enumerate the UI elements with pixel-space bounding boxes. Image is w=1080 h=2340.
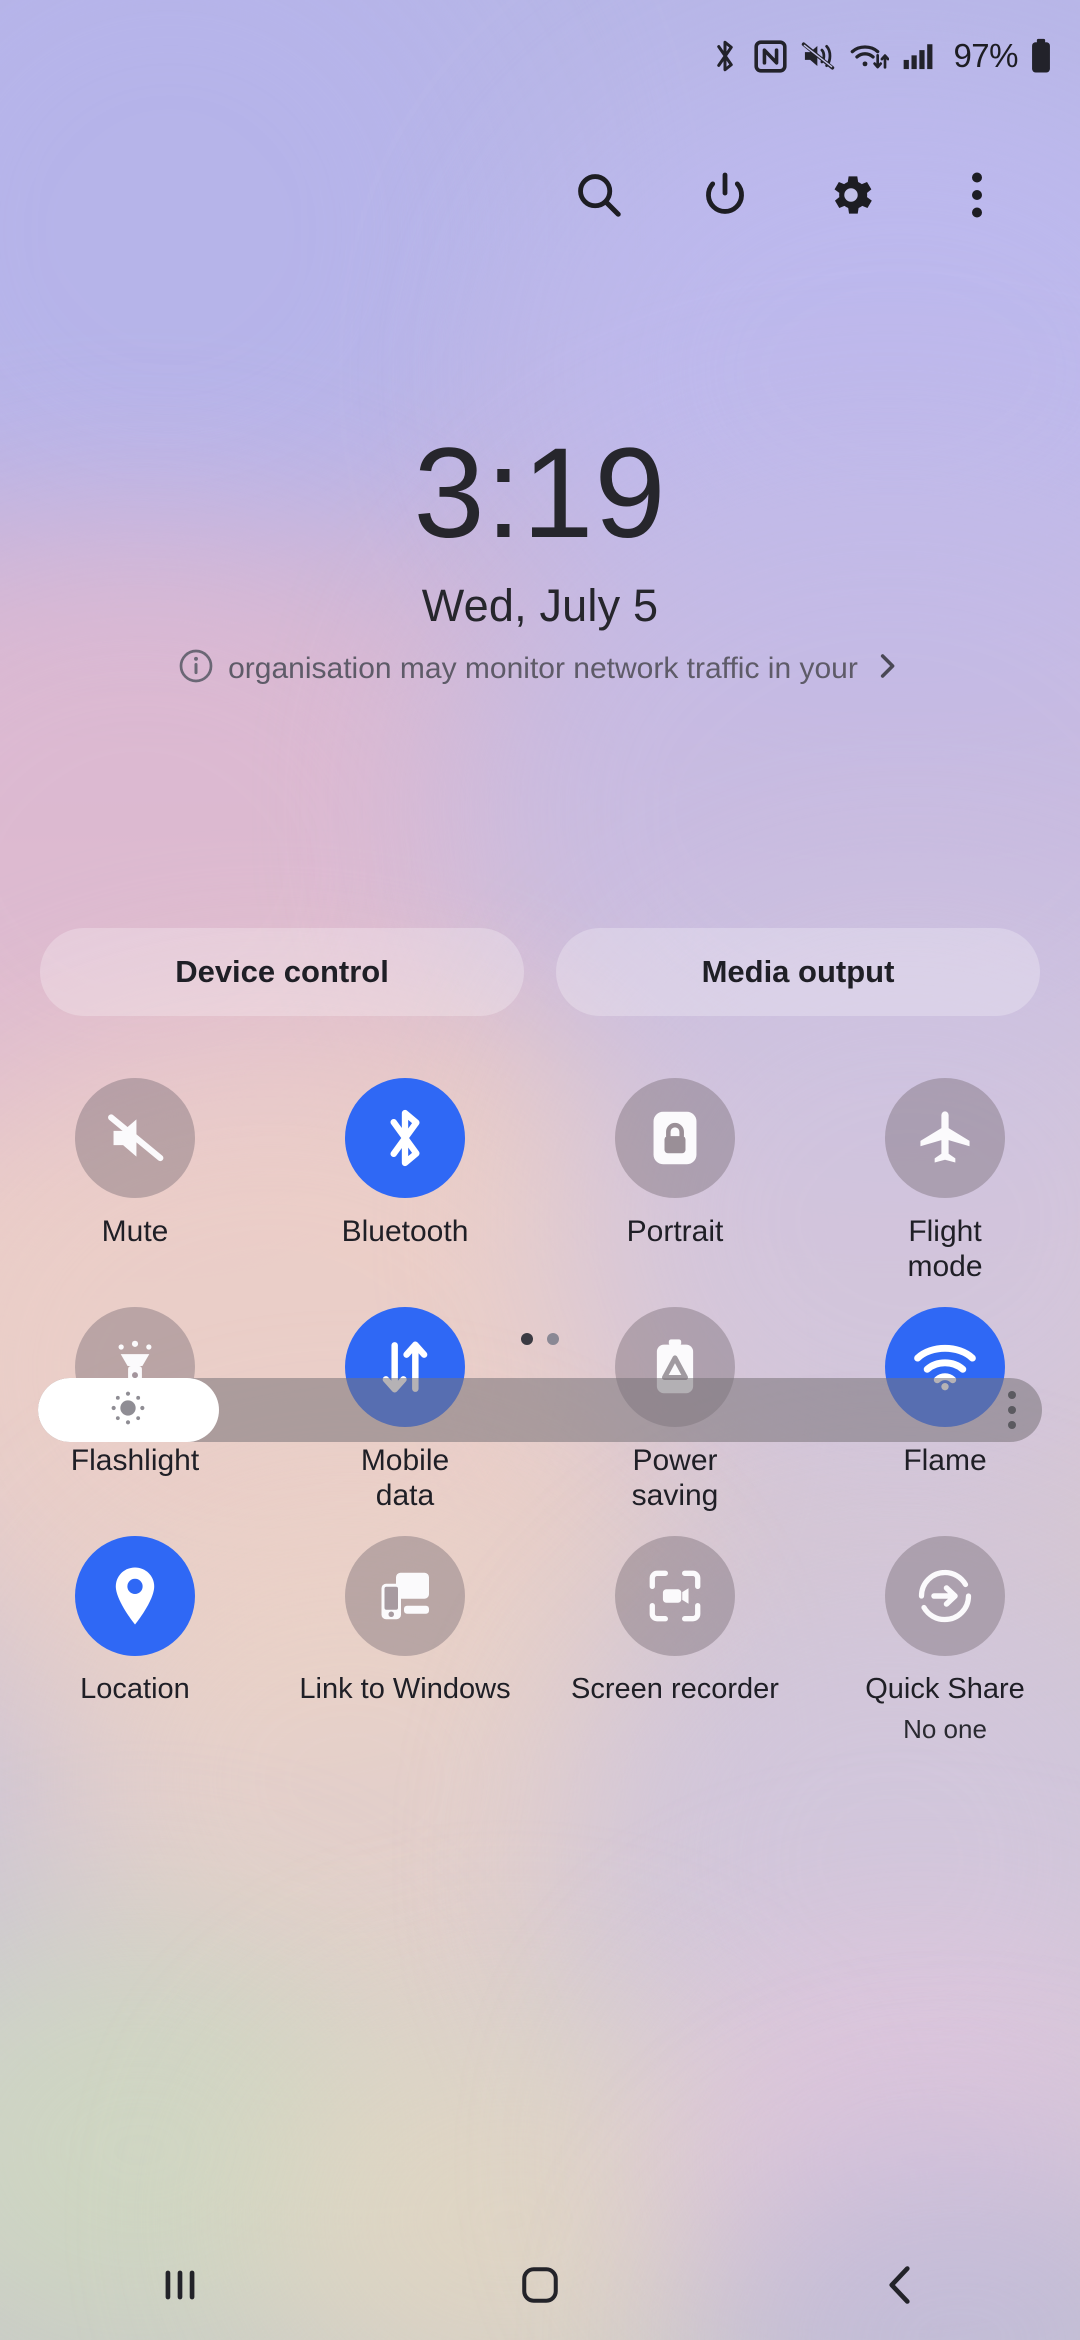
page-dot-1[interactable] — [521, 1333, 533, 1345]
device-control-button[interactable]: Device control — [40, 928, 524, 1016]
status-bar: 97% — [0, 0, 1080, 112]
network-monitor-notice[interactable]: organisation may monitor network traffic… — [0, 648, 1080, 689]
toggle-label: Quick Share — [865, 1672, 1025, 1705]
clock-date[interactable]: Wed, July 5 — [0, 580, 1080, 632]
signal-icon — [903, 41, 937, 71]
info-icon — [178, 648, 214, 689]
battery-percentage: 97% — [953, 37, 1018, 74]
battery-icon — [1030, 38, 1052, 74]
toggle-label: Mute — [101, 1215, 169, 1248]
toggle-label: Flight mode — [907, 1215, 983, 1284]
location-pin-icon[interactable] — [75, 1535, 195, 1656]
toggle-label: Portrait — [626, 1215, 724, 1248]
toggle-label: Power saving — [631, 1443, 719, 1513]
mute-icon — [801, 40, 835, 72]
brightness-icon — [108, 1388, 148, 1433]
toggle-portrait[interactable]: Portrait — [540, 1078, 810, 1285]
home-icon[interactable] — [460, 2230, 620, 2340]
toggle-label: Flame — [903, 1443, 987, 1477]
toggle-flight-mode[interactable]: Flight mode — [810, 1078, 1080, 1285]
power-icon[interactable] — [694, 164, 756, 226]
toggle-link-to-windows[interactable]: Link to Windows — [270, 1535, 540, 1745]
brightness-slider[interactable] — [38, 1378, 1042, 1442]
toggle-label: Location — [80, 1672, 190, 1705]
bluetooth-icon — [710, 37, 740, 75]
mute-icon[interactable] — [75, 1078, 195, 1198]
chevron-right-icon[interactable] — [872, 651, 902, 686]
toggle-label: Mobile data — [360, 1443, 450, 1513]
toggle-label: Bluetooth — [341, 1215, 469, 1248]
media-output-label: Media output — [701, 954, 895, 989]
link-to-windows-icon[interactable] — [345, 1535, 465, 1656]
rotation-lock-icon[interactable] — [615, 1078, 735, 1198]
quick-share-status: No one — [903, 1713, 987, 1744]
panel-pill-row: Device control Media output — [40, 928, 1040, 1016]
bluetooth-icon[interactable] — [345, 1078, 465, 1198]
brightness-slider-fill[interactable] — [38, 1378, 219, 1442]
wifi-icon — [849, 39, 890, 73]
toggle-label: Flashlight — [70, 1443, 200, 1477]
clock-time[interactable]: 3:19 — [0, 430, 1080, 558]
toggle-label: Link to Windows — [299, 1672, 511, 1705]
airplane-icon[interactable] — [885, 1078, 1005, 1198]
toggle-mute[interactable]: Mute — [0, 1078, 270, 1285]
back-icon[interactable] — [820, 2230, 980, 2340]
notice-text: organisation may monitor network traffic… — [228, 651, 858, 685]
media-output-button[interactable]: Media output — [556, 928, 1040, 1016]
device-control-label: Device control — [175, 954, 389, 989]
screen-recorder-icon[interactable] — [615, 1535, 735, 1656]
quick-share-icon[interactable] — [885, 1535, 1005, 1656]
quick-settings-toolbar — [0, 150, 1080, 240]
page-indicator — [0, 1333, 1080, 1345]
gear-icon[interactable] — [820, 164, 882, 226]
toggle-bluetooth[interactable]: Bluetooth — [270, 1078, 540, 1285]
nfc-icon — [754, 39, 788, 73]
toggle-label: Screen recorder — [571, 1672, 779, 1705]
search-icon[interactable] — [568, 164, 630, 226]
toggle-quick-share[interactable]: Quick Share No one — [810, 1535, 1080, 1745]
page-dot-2[interactable] — [547, 1333, 559, 1345]
brightness-more-icon[interactable] — [1008, 1391, 1016, 1429]
navigation-bar — [0, 2230, 1080, 2340]
clock-block: 3:19 Wed, July 5 organisation may monito… — [0, 430, 1080, 689]
toggle-location[interactable]: Location — [0, 1535, 270, 1745]
more-vert-icon[interactable] — [946, 164, 1008, 226]
toggle-screen-recorder[interactable]: Screen recorder — [540, 1535, 810, 1745]
recents-icon[interactable] — [100, 2230, 260, 2340]
